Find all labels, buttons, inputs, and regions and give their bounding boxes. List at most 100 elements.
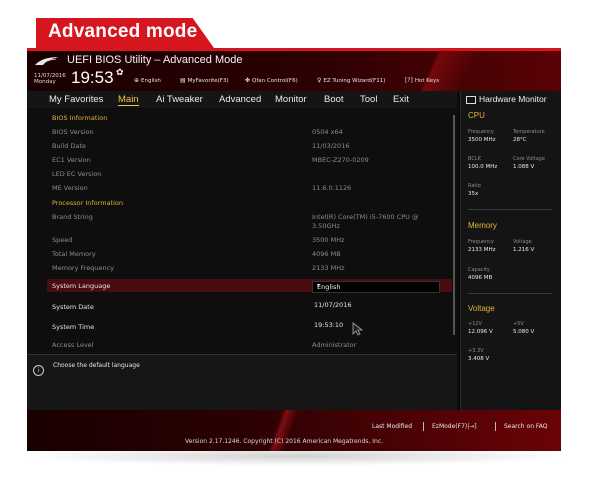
hot-keys-button[interactable]: [?] Hot Keys: [405, 77, 439, 84]
system-date-label: System Date: [52, 303, 94, 311]
system-language-dropdown[interactable]: English ▾: [312, 281, 440, 293]
tab-boot[interactable]: Boot: [324, 94, 344, 105]
bclk-label: BCLK: [468, 156, 481, 162]
footer-bar: Last Modified EzMode(F7)|→] Search on FA…: [27, 410, 561, 451]
access-level-label: Access Level: [52, 341, 94, 349]
favorite-icon: ▤: [180, 77, 186, 84]
v12-label: +12V: [468, 321, 482, 327]
brand-string-label: Brand String: [52, 213, 93, 221]
hw-divider: [468, 209, 552, 210]
access-level-value: Administrator: [312, 341, 357, 349]
brand-string-value-2: 3.50GHz: [312, 222, 340, 230]
v33-value: 3.408 V: [468, 356, 490, 362]
system-time-label: System Time: [52, 323, 95, 331]
cpu-frequency-label: Frequency: [468, 129, 494, 135]
mouse-pointer-icon: [352, 322, 364, 336]
main-panel: BIOS Information BIOS Version 0504 x64 B…: [27, 109, 457, 353]
me-version-label: ME Version: [52, 184, 88, 192]
ez-tuning-wizard-button[interactable]: ♀ EZ Tuning Wizard(F11): [317, 77, 385, 84]
speed-value: 3500 MHz: [312, 236, 345, 244]
hw-divider: [468, 293, 552, 294]
led-ec-version-label: LED EC Version: [52, 170, 102, 178]
cpu-temperature-label: Temperature: [513, 129, 545, 135]
hardware-monitor-title: Hardware Monitor: [466, 94, 547, 104]
info-icon: i: [33, 365, 44, 376]
chevron-down-icon: ▾: [317, 282, 321, 289]
v5-value: 5.080 V: [513, 329, 535, 335]
mode-banner: Advanced mode: [36, 18, 214, 48]
section-processor-information: Processor Information: [52, 199, 123, 207]
help-text: Choose the default language: [53, 362, 140, 369]
rog-logo-icon: [35, 57, 59, 66]
cpu-frequency-value: 3500 MHz: [468, 137, 496, 143]
tab-my-favorites[interactable]: My Favorites: [49, 94, 103, 105]
total-memory-value: 4096 MB: [312, 250, 341, 258]
hw-memory-header: Memory: [468, 221, 497, 230]
memory-frequency-hw-label: Frequency: [468, 239, 494, 245]
build-date-label: Build Date: [52, 142, 86, 150]
qfan-control-button[interactable]: ✤ Qfan Control(F6): [245, 77, 298, 84]
gear-icon[interactable]: ✿: [116, 68, 124, 78]
system-language-label: System Language: [52, 282, 111, 290]
ratio-value: 35x: [468, 191, 479, 197]
tab-advanced[interactable]: Advanced: [219, 94, 261, 105]
memory-frequency-hw-value: 2133 MHz: [468, 247, 496, 253]
ezmode-button[interactable]: EzMode(F7)|→]: [432, 423, 477, 430]
cpu-temperature-value: 28°C: [513, 137, 527, 143]
ec1-version-value: MBEC-Z270-0209: [312, 156, 369, 164]
footer-separator: [423, 422, 424, 431]
bios-version-value: 0504 x64: [312, 128, 343, 136]
me-version-value: 11.6.0.1126: [312, 184, 352, 192]
ratio-label: Ratio: [468, 183, 481, 189]
window-title: UEFI BIOS Utility – Advanced Mode: [67, 54, 243, 66]
date-display: 11/07/2016 Monday: [34, 73, 66, 85]
brand-string-value-1: Intel(R) Core(TM) i5-7600 CPU @: [312, 213, 419, 221]
version-text: Version 2.17.1246. Copyright (C) 2016 Am…: [185, 438, 384, 445]
hardware-monitor-panel: Hardware Monitor CPU Frequency Temperatu…: [460, 91, 561, 410]
fan-icon: ✤: [245, 77, 251, 84]
bclk-value: 100.0 MHz: [468, 164, 498, 170]
mode-banner-label: Advanced mode: [48, 21, 198, 42]
v12-value: 12.096 V: [468, 329, 493, 335]
ec1-version-label: EC1 Version: [52, 156, 91, 164]
memory-voltage-label: Voltage: [513, 239, 532, 245]
globe-icon: ⊕: [134, 77, 140, 84]
search-faq-button[interactable]: Search on FAQ: [504, 423, 548, 430]
total-memory-label: Total Memory: [52, 250, 96, 258]
language-button[interactable]: ⊕ English: [134, 77, 161, 84]
tab-ai-tweaker[interactable]: Ai Tweaker: [156, 94, 203, 105]
bulb-icon: ♀: [317, 77, 322, 84]
tab-monitor[interactable]: Monitor: [275, 94, 307, 105]
last-modified-button[interactable]: Last Modified: [372, 423, 412, 430]
footer-separator: [495, 422, 496, 431]
hw-voltage-header: Voltage: [468, 304, 495, 313]
monitor-icon: [466, 95, 476, 104]
v33-label: +3.3V: [468, 348, 484, 354]
main-scrollbar[interactable]: [453, 115, 455, 335]
clock-display: 19:53: [71, 68, 114, 87]
section-bios-information: BIOS Information: [52, 114, 108, 122]
memory-frequency-label: Memory Frequency: [52, 264, 115, 272]
hw-cpu-header: CPU: [468, 111, 485, 120]
memory-capacity-label: Capacity: [468, 267, 490, 273]
tab-exit[interactable]: Exit: [393, 94, 409, 105]
help-panel: i Choose the default language: [27, 354, 457, 411]
tab-tool[interactable]: Tool: [360, 94, 377, 105]
core-voltage-value: 1.088 V: [513, 164, 535, 170]
system-time-field[interactable]: 19:53:10: [314, 321, 343, 329]
window-shadow: [20, 446, 572, 466]
main-menu: My Favorites Main Ai Tweaker Advanced Mo…: [27, 91, 457, 108]
tab-main[interactable]: Main: [118, 94, 139, 106]
v5-label: +5V: [513, 321, 524, 327]
myfavorite-button[interactable]: ▤ MyFavorite(F3): [180, 77, 229, 84]
memory-frequency-value: 2133 MHz: [312, 264, 345, 272]
build-date-value: 11/03/2016: [312, 142, 350, 150]
system-date-field[interactable]: 11/07/2016: [314, 301, 351, 309]
speed-label: Speed: [52, 236, 73, 244]
bios-version-label: BIOS Version: [52, 128, 94, 136]
memory-voltage-value: 1.216 V: [513, 247, 535, 253]
header-bar: UEFI BIOS Utility – Advanced Mode 11/07/…: [27, 51, 561, 91]
memory-capacity-value: 4096 MB: [468, 275, 493, 281]
question-icon: [?]: [405, 77, 413, 84]
bios-window: UEFI BIOS Utility – Advanced Mode 11/07/…: [27, 48, 561, 451]
